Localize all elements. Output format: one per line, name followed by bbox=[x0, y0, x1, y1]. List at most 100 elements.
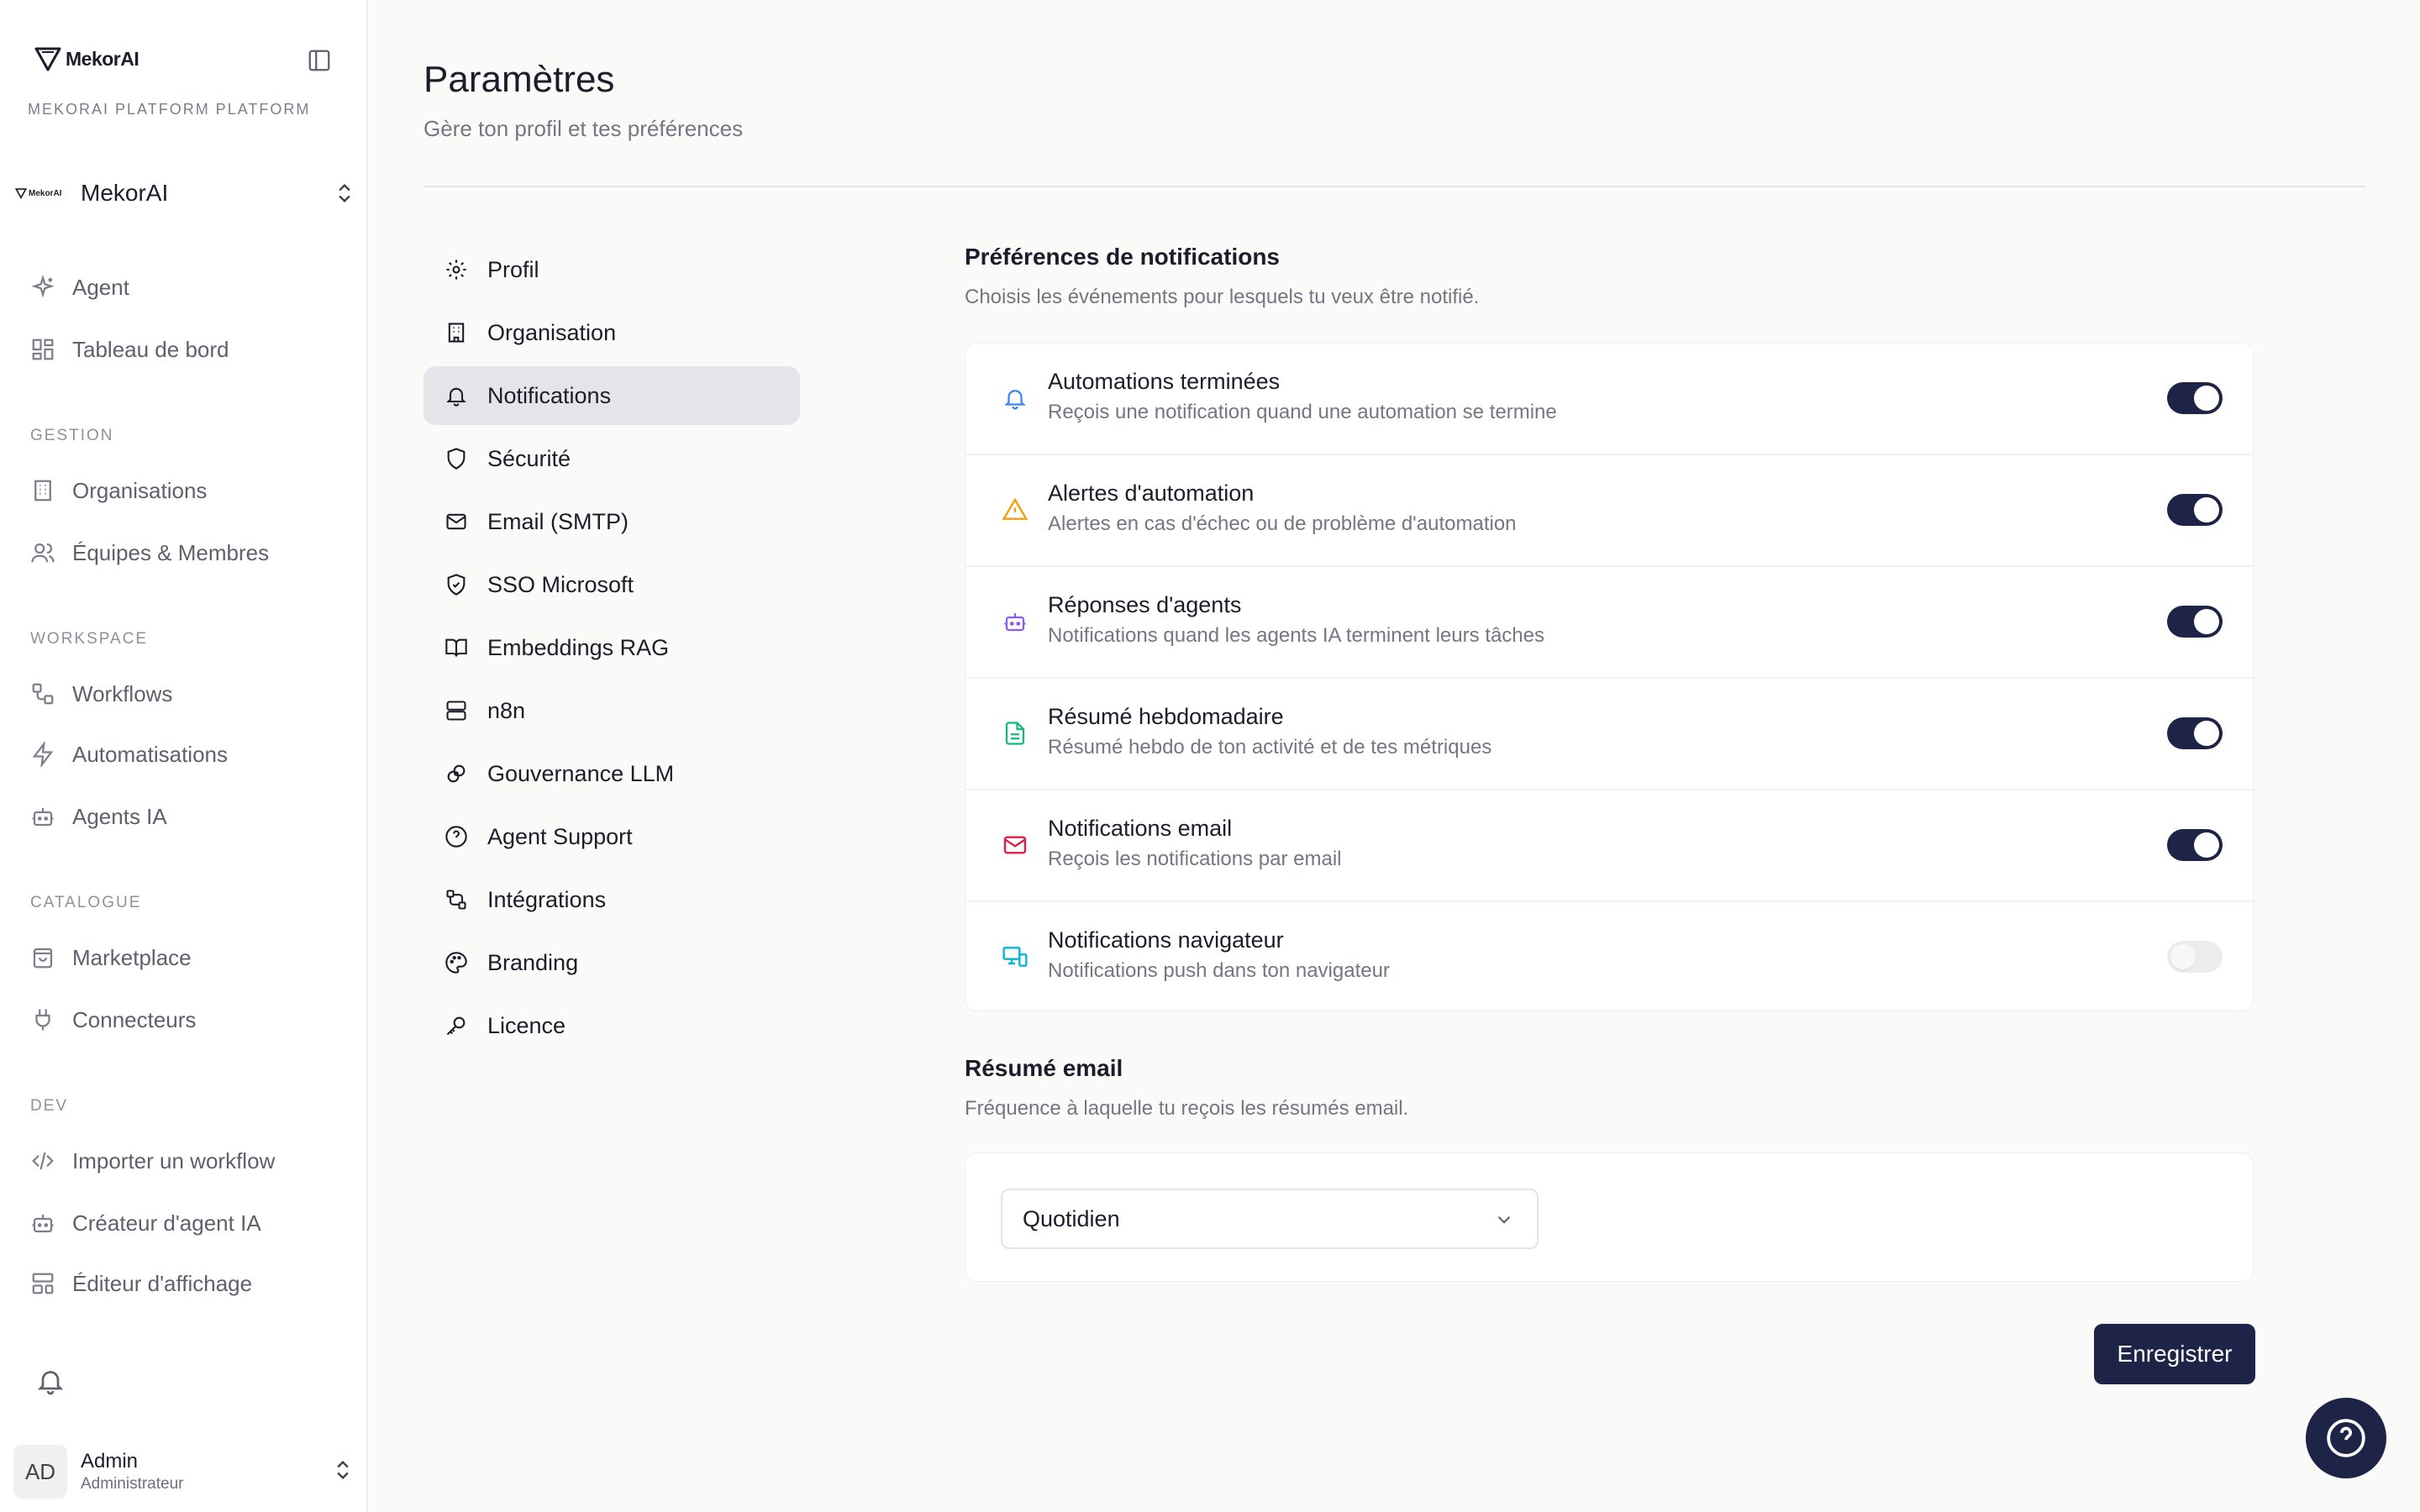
brand-logo[interactable]: MekorAI bbox=[34, 45, 139, 72]
building-icon bbox=[444, 320, 469, 345]
notification-row-weekly-summary: Résumé hebdomadaire Résumé hebdo de ton … bbox=[965, 679, 2254, 790]
notification-title: Notifications navigateur bbox=[1048, 927, 1284, 953]
building-icon bbox=[29, 476, 57, 505]
notification-description: Notifications quand les agents IA termin… bbox=[1048, 624, 1544, 647]
key-icon bbox=[444, 1013, 469, 1038]
settings-item-embeddings-rag[interactable]: Embeddings RAG bbox=[424, 618, 800, 677]
sidebar-item-agent-creator[interactable]: Créateur d'agent IA bbox=[29, 1201, 348, 1245]
toggle-notifications-navigateur[interactable] bbox=[2167, 941, 2223, 973]
notification-row-agent-responses: Réponses d'agents Notifications quand le… bbox=[965, 567, 2254, 679]
file-text-icon bbox=[1001, 719, 1029, 748]
help-button[interactable] bbox=[2306, 1398, 2386, 1478]
book-icon bbox=[444, 635, 469, 660]
notification-title: Automations terminées bbox=[1048, 369, 1281, 394]
toggle-notifications-email[interactable] bbox=[2167, 829, 2223, 861]
user-menu[interactable]: AD Admin Administrateur bbox=[13, 1445, 355, 1499]
sidebar-item-label: Créateur d'agent IA bbox=[72, 1210, 261, 1236]
settings-item-profil[interactable]: Profil bbox=[424, 240, 800, 299]
notification-description: Reçois une notification quand une automa… bbox=[1048, 401, 1557, 423]
settings-item-securite[interactable]: Sécurité bbox=[424, 429, 800, 488]
settings-item-integrations[interactable]: Intégrations bbox=[424, 870, 800, 929]
settings-item-notifications[interactable]: Notifications bbox=[424, 366, 800, 425]
notification-preferences-card: Automations terminées Reçois une notific… bbox=[965, 343, 2254, 1011]
org-switcher[interactable]: MekorAI MekorAI bbox=[15, 168, 356, 218]
settings-item-label: Organisation bbox=[487, 319, 617, 345]
settings-item-sso-microsoft[interactable]: SSO Microsoft bbox=[424, 555, 800, 614]
frequency-select[interactable]: Quotidien bbox=[1001, 1189, 1539, 1249]
server-icon bbox=[444, 698, 469, 723]
notification-description: Reçois les notifications par email bbox=[1048, 848, 1342, 870]
sidebar-item-dashboard[interactable]: Tableau de bord bbox=[29, 328, 348, 371]
org-name: MekorAI bbox=[81, 180, 169, 206]
settings-item-label: Profil bbox=[487, 256, 539, 282]
nav-section-gestion: GESTION bbox=[30, 427, 114, 444]
notifications-section-description: Choisis les événements pour lesquels tu … bbox=[965, 286, 1480, 308]
toggle-alertes-automation[interactable] bbox=[2167, 494, 2223, 526]
nav-section-dev: DEV bbox=[30, 1097, 69, 1115]
toggle-automations-terminees[interactable] bbox=[2167, 382, 2223, 414]
settings-item-label: SSO Microsoft bbox=[487, 571, 634, 597]
header-divider bbox=[424, 186, 2366, 187]
sidebar-toggle-button[interactable] bbox=[304, 45, 334, 76]
sidebar-item-label: Agents IA bbox=[72, 803, 167, 829]
user-role: Administrateur bbox=[81, 1475, 184, 1493]
settings-item-label: Agent Support bbox=[487, 823, 633, 849]
notification-title: Notifications email bbox=[1048, 816, 1233, 841]
sidebar-item-organisations[interactable]: Organisations bbox=[29, 469, 348, 512]
monitor-icon bbox=[1001, 942, 1029, 971]
gear-icon bbox=[444, 257, 469, 282]
notification-description: Notifications push dans ton navigateur bbox=[1048, 959, 1390, 982]
settings-item-label: Branding bbox=[487, 949, 579, 975]
bot-icon bbox=[1001, 607, 1029, 636]
layout-icon bbox=[29, 1269, 57, 1298]
notification-row-alerts: Alertes d'automation Alertes en cas d'éc… bbox=[965, 455, 2254, 567]
bell-icon bbox=[37, 1371, 64, 1395]
chevron-up-down-icon bbox=[337, 1461, 349, 1479]
palette-icon bbox=[444, 950, 469, 975]
settings-item-organisation[interactable]: Organisation bbox=[424, 303, 800, 362]
toggle-reponses-agents[interactable] bbox=[2167, 606, 2223, 638]
shopping-bag-icon bbox=[29, 943, 57, 972]
warning-icon bbox=[1001, 496, 1029, 524]
platform-label: MEKORAI PLATFORM PLATFORM bbox=[28, 101, 311, 118]
sidebar-item-label: Connecteurs bbox=[72, 1006, 197, 1032]
settings-item-gouvernance-llm[interactable]: Gouvernance LLM bbox=[424, 744, 800, 803]
notifications-section-title: Préférences de notifications bbox=[965, 244, 1281, 270]
settings-item-label: Email (SMTP) bbox=[487, 508, 629, 534]
sidebar-item-import-workflow[interactable]: Importer un workflow bbox=[29, 1139, 348, 1183]
settings-item-agent-support[interactable]: Agent Support bbox=[424, 807, 800, 866]
org-logo: MekorAI bbox=[15, 187, 69, 199]
settings-item-label: Sécurité bbox=[487, 445, 571, 471]
sidebar-item-marketplace[interactable]: Marketplace bbox=[29, 936, 348, 979]
settings-item-n8n[interactable]: n8n bbox=[424, 681, 800, 740]
notifications-bell-button[interactable] bbox=[32, 1362, 69, 1399]
sidebar-item-agents-ia[interactable]: Agents IA bbox=[29, 795, 348, 838]
settings-item-label: Gouvernance LLM bbox=[487, 760, 675, 786]
frequency-select-value: Quotidien bbox=[1023, 1205, 1120, 1231]
users-icon bbox=[29, 538, 57, 567]
settings-item-label: Intégrations bbox=[487, 886, 607, 912]
shield-check-icon bbox=[444, 572, 469, 597]
settings-item-licence[interactable]: Licence bbox=[424, 996, 800, 1055]
save-button[interactable]: Enregistrer bbox=[2094, 1324, 2255, 1384]
notification-title: Résumé hebdomadaire bbox=[1048, 704, 1284, 729]
sidebar-item-connecteurs[interactable]: Connecteurs bbox=[29, 998, 348, 1042]
sidebar-item-workflows[interactable]: Workflows bbox=[29, 672, 348, 716]
bell-icon bbox=[444, 383, 469, 408]
settings-item-branding[interactable]: Branding bbox=[424, 933, 800, 992]
sidebar-item-label: Marketplace bbox=[72, 944, 192, 970]
avatar: AD bbox=[13, 1445, 67, 1499]
toggle-resume-hebdomadaire[interactable] bbox=[2167, 717, 2223, 749]
notification-row-automations: Automations terminées Reçois une notific… bbox=[965, 344, 2254, 455]
nav-section-workspace: WORKSPACE bbox=[30, 630, 149, 648]
sidebar-item-automations[interactable]: Automatisations bbox=[29, 732, 348, 776]
notification-row-email: Notifications email Reçois les notificat… bbox=[965, 790, 2254, 902]
sidebar-item-teams[interactable]: Équipes & Membres bbox=[29, 531, 348, 575]
help-circle-icon bbox=[2327, 1419, 2365, 1457]
settings-item-email-smtp[interactable]: Email (SMTP) bbox=[424, 492, 800, 551]
integration-icon bbox=[444, 887, 469, 912]
plug-icon bbox=[29, 1005, 57, 1034]
sidebar-item-display-editor[interactable]: Éditeur d'affichage bbox=[29, 1262, 348, 1305]
sidebar-item-agent[interactable]: Agent bbox=[29, 265, 348, 309]
page-subtitle: Gère ton profil et tes préférences bbox=[424, 116, 744, 141]
